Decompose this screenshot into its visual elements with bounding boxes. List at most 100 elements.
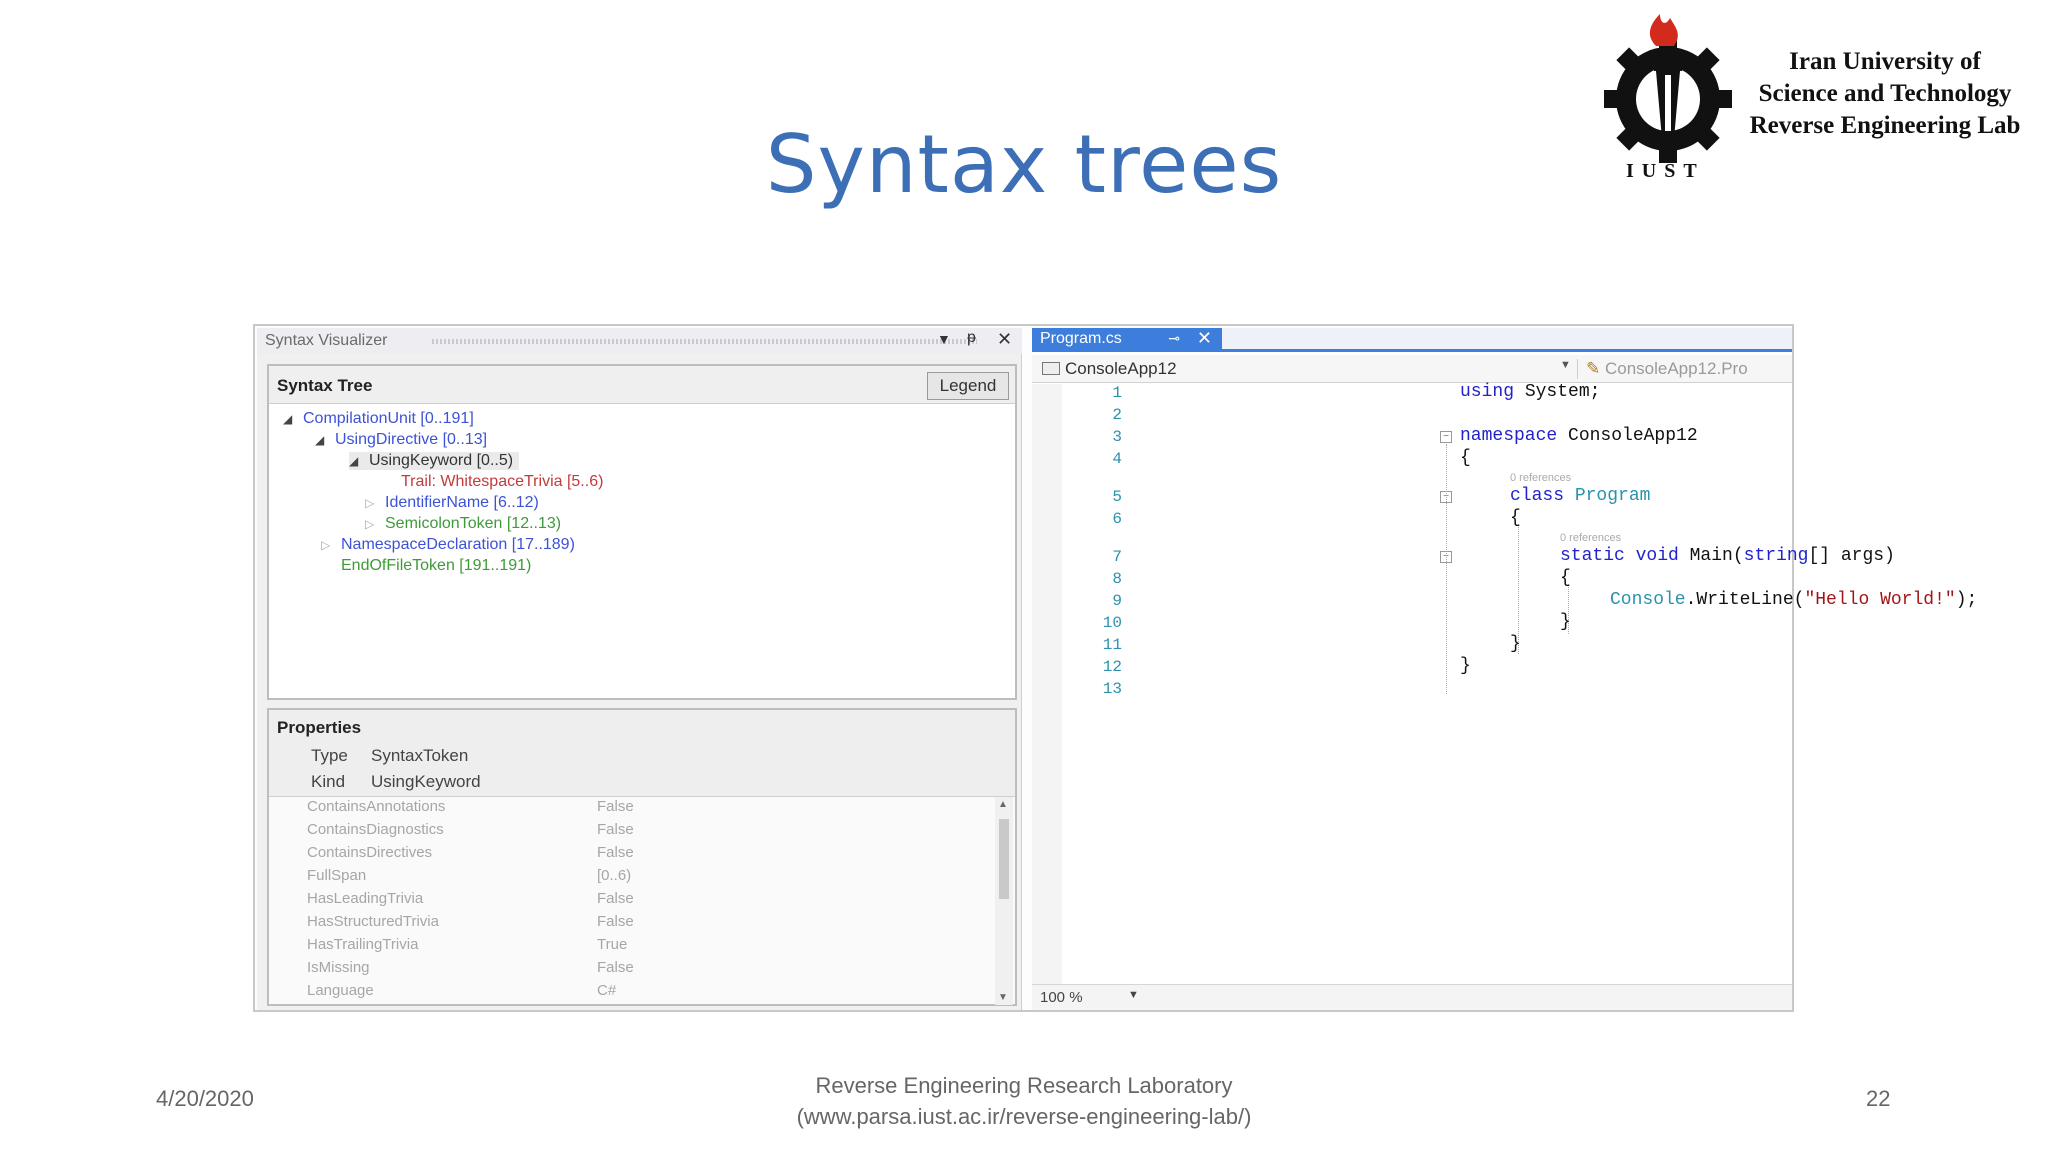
tree-node-label: CompilationUnit [0..191] xyxy=(303,410,474,427)
code-text: Main( xyxy=(1678,546,1744,566)
property-name: HasStructuredTrivia xyxy=(307,913,439,930)
line-number: 10 xyxy=(1102,614,1122,632)
tree-node[interactable]: ▷ SemicolonToken [12..13) xyxy=(365,515,561,533)
expand-arrow-icon[interactable]: ▷ xyxy=(321,538,341,552)
code-line[interactable]: using System; xyxy=(1460,382,1600,402)
member-dropdown[interactable]: ✎ ConsoleApp12.Pro xyxy=(1577,359,1792,379)
property-row[interactable]: IsMissing False xyxy=(307,959,967,982)
code-line[interactable]: class Program xyxy=(1510,486,1650,506)
type-value: SyntaxToken xyxy=(371,746,469,765)
ide-screenshot: Syntax Visualizer ▼ ᵽ ✕ Syntax Tree Lege… xyxy=(253,324,1977,1012)
logo-abbreviation: IUST xyxy=(1626,160,1705,182)
syntax-tree-box: Syntax Tree Legend ◢ CompilationUnit [0..… xyxy=(267,364,1017,700)
codelens-references[interactable]: 0 references xyxy=(1560,532,1621,544)
property-row[interactable]: HasStructuredTrivia False xyxy=(307,913,967,936)
property-row[interactable]: ContainsDirectives False xyxy=(307,844,967,867)
code-keyword: static void xyxy=(1560,546,1679,566)
class-icon: ✎ xyxy=(1586,359,1605,378)
properties-panel: Properties Type SyntaxToken Kind UsingKeyw… xyxy=(267,708,1017,1006)
property-value: True xyxy=(597,936,628,953)
scroll-up-icon[interactable]: ▲ xyxy=(998,799,1008,810)
code-text: .WriteLine( xyxy=(1685,590,1805,610)
codelens-references[interactable]: 0 references xyxy=(1510,472,1571,484)
csharp-project-icon xyxy=(1042,362,1060,375)
property-row[interactable]: Language C# xyxy=(307,982,967,1005)
line-number: 5 xyxy=(1112,488,1122,506)
property-name: HasLeadingTrivia xyxy=(307,890,424,907)
code-type: Program xyxy=(1564,486,1651,506)
expand-arrow-icon[interactable]: ▷ xyxy=(365,496,385,510)
tree-node-selected[interactable]: ◢ UsingKeyword [0..5) xyxy=(349,452,520,470)
property-row[interactable]: HasLeadingTrivia False xyxy=(307,890,967,913)
tree-node[interactable]: Trail: WhitespaceTrivia [5..6) xyxy=(401,473,603,491)
property-name: ContainsDiagnostics xyxy=(307,821,444,838)
code-line[interactable]: { xyxy=(1510,508,1521,528)
property-value: False xyxy=(597,890,634,907)
code-text: System; xyxy=(1514,382,1601,402)
property-value: False xyxy=(597,959,634,976)
kind-label: Kind xyxy=(311,772,346,791)
tree-node-label: IdentifierName [6..12) xyxy=(385,494,539,511)
code-line[interactable]: } xyxy=(1460,656,1471,676)
property-value: False xyxy=(597,821,634,838)
logo-line-1: Iran University of xyxy=(1789,48,1981,75)
tree-node[interactable]: ▷ IdentifierName [6..12) xyxy=(365,494,539,512)
university-logo: Iran University of Science and Technolog… xyxy=(1600,4,2040,194)
member-dropdown-label: ConsoleApp12.Pro xyxy=(1604,359,1748,378)
zoom-level[interactable]: 100 % xyxy=(1040,989,1083,1006)
scroll-down-icon[interactable]: ▼ xyxy=(998,992,1008,1003)
property-value: C# xyxy=(597,982,617,999)
type-label: Type xyxy=(311,746,348,765)
syntax-tree-title: Syntax Tree xyxy=(277,376,373,395)
property-row[interactable]: ContainsAnnotations False xyxy=(307,798,967,821)
collapse-arrow-icon[interactable]: ◢ xyxy=(315,433,335,447)
editor-status-bar: 100 % ▼ xyxy=(1032,984,1792,1010)
property-row[interactable]: ContainsDiagnostics False xyxy=(307,821,967,844)
line-number: 6 xyxy=(1112,510,1122,528)
code-line[interactable]: } xyxy=(1560,612,1571,632)
close-icon[interactable]: ✕ xyxy=(997,329,1012,350)
collapse-arrow-icon[interactable]: ◢ xyxy=(283,412,303,426)
code-text: ); xyxy=(1955,590,1978,610)
tree-node-label: NamespaceDeclaration [17..189) xyxy=(341,536,575,553)
code-line[interactable]: { xyxy=(1460,448,1471,468)
pin-icon[interactable]: ⊸ xyxy=(1168,330,1180,347)
code-line[interactable]: static void Main(string[] args) xyxy=(1560,546,1895,566)
property-row[interactable]: FullSpan [0..6) xyxy=(307,867,967,890)
code-text: ConsoleApp12 xyxy=(1557,426,1698,446)
tree-node-label: UsingKeyword [0..5) xyxy=(369,452,514,469)
scrollbar-thumb[interactable] xyxy=(999,819,1009,899)
navigation-bar: ConsoleApp12 ▼ ✎ ConsoleApp12.Pro xyxy=(1032,355,1792,383)
line-number: 7 xyxy=(1112,548,1122,566)
code-line[interactable]: Console.WriteLine("Hello World!"); xyxy=(1610,590,1977,610)
line-number: 12 xyxy=(1102,658,1122,676)
kind-row: Kind UsingKeyword xyxy=(311,772,481,792)
tree-node[interactable]: EndOfFileToken [191..191) xyxy=(341,557,531,575)
close-tab-icon[interactable]: ✕ xyxy=(1197,328,1212,349)
legend-button[interactable]: Legend xyxy=(927,372,1009,400)
fold-toggle-icon[interactable]: − xyxy=(1440,431,1452,443)
code-string: "Hello World!" xyxy=(1804,590,1956,610)
property-row[interactable]: HasTrailingTrivia True xyxy=(307,936,967,959)
tab-program-cs[interactable]: Program.cs ⊸ ✕ xyxy=(1032,328,1222,352)
code-line[interactable]: } xyxy=(1510,634,1521,654)
dropdown-arrow-icon[interactable]: ▼ xyxy=(1560,359,1571,371)
dropdown-icon[interactable]: ▼ xyxy=(937,331,951,347)
project-dropdown[interactable]: ConsoleApp12 xyxy=(1042,359,1177,379)
code-text: [] args) xyxy=(1808,546,1895,566)
slide-number: 22 xyxy=(1866,1086,1891,1111)
collapse-arrow-icon[interactable]: ◢ xyxy=(349,454,369,468)
property-scrollbar[interactable]: ▲ ▼ xyxy=(995,797,1013,1005)
expand-arrow-icon[interactable]: ▷ xyxy=(365,517,385,531)
zoom-dropdown-icon[interactable]: ▼ xyxy=(1128,989,1139,1001)
torch-gear-icon xyxy=(1604,14,1732,163)
tree-node[interactable]: ◢ UsingDirective [0..13] xyxy=(315,431,487,449)
property-value: [0..6) xyxy=(597,867,632,884)
pin-icon[interactable]: ᵽ xyxy=(967,329,976,347)
tree-node[interactable]: ◢ CompilationUnit [0..191] xyxy=(283,410,474,428)
footer-line-1: Reverse Engineering Research Laboratory xyxy=(815,1073,1233,1098)
code-line[interactable]: namespace ConsoleApp12 xyxy=(1460,426,1698,446)
code-line[interactable]: { xyxy=(1560,568,1571,588)
code-keyword: using xyxy=(1460,382,1515,402)
tree-node[interactable]: ▷ NamespaceDeclaration [17..189) xyxy=(321,536,575,554)
